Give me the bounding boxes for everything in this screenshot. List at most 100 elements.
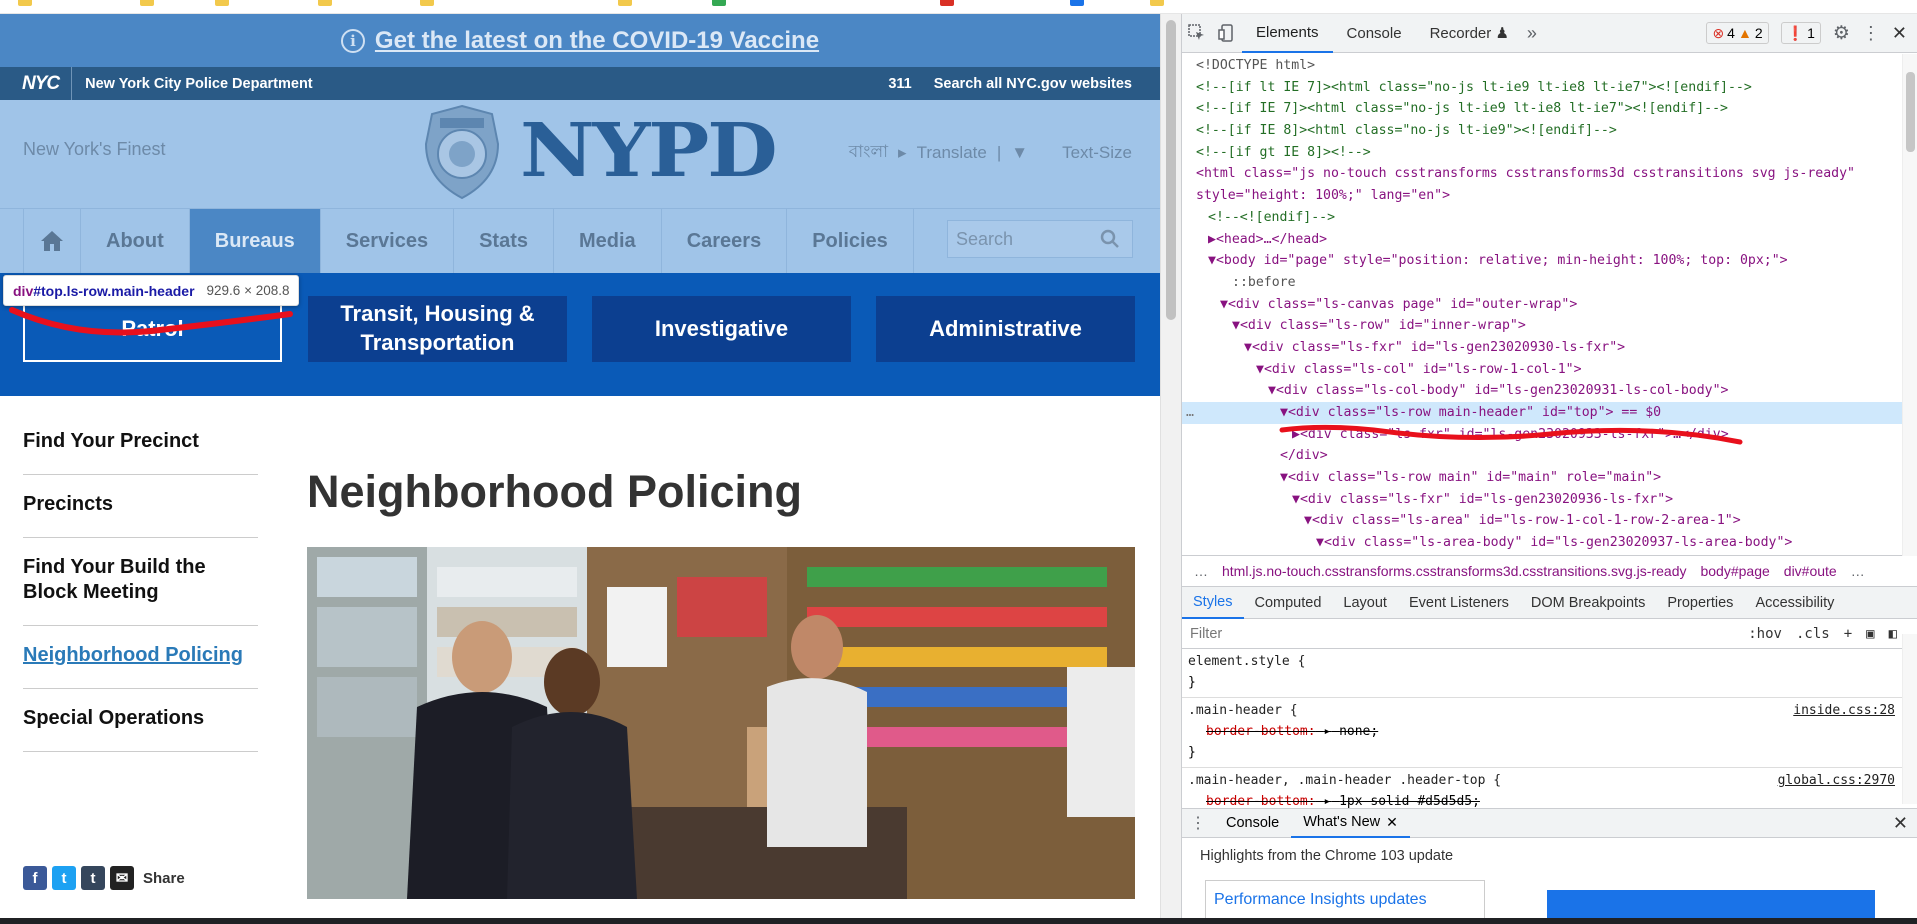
bookmark-site-icon[interactable] xyxy=(1070,0,1084,6)
settings-gear-icon[interactable]: ⚙ xyxy=(1833,22,1850,45)
inspect-element-icon[interactable] xyxy=(1182,19,1212,47)
nypd-wordmark[interactable]: NYPD xyxy=(520,108,778,194)
facebook-icon[interactable]: f xyxy=(23,866,47,890)
new-rule-icon[interactable]: + xyxy=(1844,626,1852,642)
device-toolbar-icon[interactable] xyxy=(1212,19,1242,47)
bookmark-folder-icon[interactable] xyxy=(140,0,154,6)
dom-node[interactable]: ▼<body id="page" style="position: relati… xyxy=(1182,250,1917,272)
sidebar-find-precinct[interactable]: Find Your Precinct xyxy=(23,412,258,475)
dom-node[interactable]: <!--[if lt IE 7]><html class="no-js lt-i… xyxy=(1182,77,1917,99)
bookmark-folder-icon[interactable] xyxy=(215,0,229,6)
close-tab-icon[interactable]: ✕ xyxy=(1386,814,1398,831)
close-devtools-icon[interactable]: ✕ xyxy=(1892,23,1907,44)
subtab-event-listeners[interactable]: Event Listeners xyxy=(1398,587,1520,619)
dom-node[interactable]: <!DOCTYPE html> xyxy=(1182,55,1917,77)
nav-services[interactable]: Services xyxy=(321,209,455,273)
nav-about[interactable]: About xyxy=(81,209,190,273)
subtab-properties[interactable]: Properties xyxy=(1656,587,1744,619)
link-311[interactable]: 311 xyxy=(888,76,911,92)
breadcrumb-more[interactable]: … xyxy=(1851,563,1865,579)
issues-badge[interactable]: ❗ 1 xyxy=(1780,22,1821,44)
bookmark-folder-icon[interactable] xyxy=(618,0,632,6)
sidebar-neighborhood-policing[interactable]: Neighborhood Policing xyxy=(23,626,258,689)
bureau-investigative-button[interactable]: Investigative xyxy=(592,296,851,362)
dom-node[interactable]: ▼<div class="ls-col" id="ls-row-1-col-1"… xyxy=(1182,359,1917,381)
site-search-input[interactable]: Search xyxy=(947,220,1133,258)
nav-home[interactable] xyxy=(23,209,81,273)
bookmark-site-icon[interactable] xyxy=(712,0,726,6)
dom-node-selected[interactable]: ▼<div class="ls-row main-header" id="top… xyxy=(1182,402,1917,424)
tab-recorder[interactable]: Recorder ♟ xyxy=(1416,14,1523,53)
nav-bureaus[interactable]: Bureaus xyxy=(189,209,321,273)
drawer-menu-icon[interactable]: ⋮ xyxy=(1182,813,1214,833)
subtab-layout[interactable]: Layout xyxy=(1332,587,1398,619)
bookmark-folder-icon[interactable] xyxy=(318,0,332,6)
translate-link[interactable]: Translate xyxy=(917,143,987,163)
breadcrumb-body[interactable]: body#page xyxy=(1700,563,1769,579)
email-icon[interactable]: ✉ xyxy=(110,866,134,890)
dom-node[interactable]: ▼<div class="ls-area-body" id="ls-gen230… xyxy=(1182,532,1917,554)
dom-node[interactable]: style="height: 100%;" lang="en"> xyxy=(1182,185,1917,207)
bookmark-site-icon[interactable] xyxy=(940,0,954,6)
rule-selector[interactable]: element.style { xyxy=(1188,651,1911,672)
sidebar-build-the-block[interactable]: Find Your Build the Block Meeting xyxy=(23,538,258,626)
drawer-tab-console[interactable]: Console xyxy=(1214,808,1291,838)
bookmark-folder-icon[interactable] xyxy=(1150,0,1164,6)
dom-node[interactable]: ▶<head>…</head> xyxy=(1182,229,1917,251)
dom-node[interactable]: <!--[if IE 7]><html class="no-js lt-ie9 … xyxy=(1182,98,1917,120)
tab-console[interactable]: Console xyxy=(1333,14,1416,53)
nav-stats[interactable]: Stats xyxy=(454,209,554,273)
tab-elements[interactable]: Elements xyxy=(1242,14,1333,53)
bookmark-folder-icon[interactable] xyxy=(18,0,32,6)
scrollbar-thumb[interactable] xyxy=(1906,72,1915,152)
page-scrollbar[interactable] xyxy=(1160,14,1181,924)
nypd-shield-icon[interactable] xyxy=(422,104,502,200)
rule-source-link[interactable]: inside.css:28 xyxy=(1793,700,1895,721)
bureau-administrative-button[interactable]: Administrative xyxy=(876,296,1135,362)
bureau-transit-button[interactable]: Transit, Housing & Transportation xyxy=(308,296,567,362)
breadcrumb-div[interactable]: div#oute xyxy=(1784,563,1837,579)
scrollbar-thumb[interactable] xyxy=(1166,20,1176,320)
rule-source-link[interactable]: global.css:2970 xyxy=(1778,770,1895,791)
subtab-accessibility[interactable]: Accessibility xyxy=(1744,587,1845,619)
subtab-dom-breakpoints[interactable]: DOM Breakpoints xyxy=(1520,587,1656,619)
rule-property[interactable]: border-bottom: ▸ none; xyxy=(1188,721,1911,742)
dom-node[interactable]: ▼<div class="ls-row" id="inner-wrap"> xyxy=(1182,315,1917,337)
dom-node[interactable]: <!--[if IE 8]><html class="no-js lt-ie9"… xyxy=(1182,120,1917,142)
dom-node[interactable]: <!--[if gt IE 8]><!--> xyxy=(1182,142,1917,164)
dom-node[interactable]: <!--<![endif]--> xyxy=(1182,207,1917,229)
subtab-computed[interactable]: Computed xyxy=(1244,587,1333,619)
styles-scrollbar[interactable] xyxy=(1902,634,1917,804)
search-all-nyc-link[interactable]: Search all NYC.gov websites xyxy=(934,76,1132,92)
dom-node[interactable]: </div> xyxy=(1182,445,1917,467)
paint-icon[interactable]: ▣ xyxy=(1866,626,1874,642)
close-drawer-icon[interactable]: ✕ xyxy=(1893,813,1908,834)
dom-node[interactable]: ▶<div class="ls-fxr" id="ls-gen23020933-… xyxy=(1182,424,1917,446)
bangla-link[interactable]: বাংলা xyxy=(849,139,888,167)
dom-node[interactable]: ▼<div class="ls-col-body" id="ls-gen2302… xyxy=(1182,380,1917,402)
translate-dropdown-icon[interactable]: ▼ xyxy=(1011,143,1028,163)
dom-scrollbar[interactable] xyxy=(1902,54,1917,556)
bookmark-folder-icon[interactable] xyxy=(420,0,434,6)
nyc-logo[interactable]: NYC xyxy=(22,67,73,100)
dom-node[interactable]: <html class="js no-touch csstransforms c… xyxy=(1182,163,1917,185)
hov-toggle[interactable]: :hov xyxy=(1748,626,1782,642)
dom-node[interactable]: ::before xyxy=(1182,272,1917,294)
dom-node[interactable]: ▼<div class="ls-area" id="ls-row-1-col-1… xyxy=(1182,510,1917,532)
share-label[interactable]: Share xyxy=(143,870,185,887)
subtab-styles[interactable]: Styles xyxy=(1182,587,1244,619)
drawer-tab-whats-new[interactable]: What's New ✕ xyxy=(1291,808,1410,838)
dom-node[interactable]: ▼<div class="ls-fxr" id="ls-gen23020930-… xyxy=(1182,337,1917,359)
sidebar-special-operations[interactable]: Special Operations xyxy=(23,689,258,752)
text-size-link[interactable]: Text-Size xyxy=(1062,143,1132,163)
cls-toggle[interactable]: .cls xyxy=(1796,626,1830,642)
breadcrumb-more[interactable]: … xyxy=(1194,563,1208,579)
styles-filter-input[interactable]: Filter :hov .cls + ▣ ◧ xyxy=(1182,619,1917,649)
nav-policies[interactable]: Policies xyxy=(787,209,914,273)
covid-vaccine-link[interactable]: Get the latest on the COVID-19 Vaccine xyxy=(375,27,819,55)
breadcrumb-html[interactable]: html.js.no-touch.csstransforms.csstransf… xyxy=(1222,563,1686,579)
error-warning-badge[interactable]: ⊗ 4 ▲ 2 xyxy=(1706,22,1769,44)
nav-careers[interactable]: Careers xyxy=(662,209,788,273)
sidebar-precincts[interactable]: Precincts xyxy=(23,475,258,538)
tumblr-icon[interactable]: t xyxy=(81,866,105,890)
